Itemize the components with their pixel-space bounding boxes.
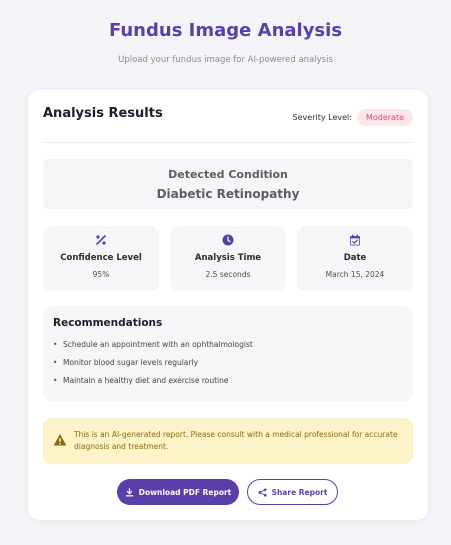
detected-condition-label: Detected Condition — [168, 168, 288, 181]
stat-analysis-time: Analysis Time 2.5 seconds — [170, 226, 286, 291]
disclaimer-text: This is an AI-generated report. Please c… — [74, 430, 398, 451]
list-item: • Monitor blood sugar levels regularly — [53, 358, 199, 367]
severity-badge: Moderate — [356, 109, 413, 126]
stat-value: March 15, 2024 — [325, 270, 385, 279]
share-report-label: Share Report — [271, 487, 328, 497]
stat-label: Analysis Time — [194, 253, 262, 263]
divider — [43, 142, 413, 143]
calendar-icon — [350, 234, 360, 246]
warning-icon — [53, 434, 67, 446]
stat-value: 95% — [92, 270, 110, 279]
stat-date: Date March 15, 2024 — [297, 226, 413, 291]
severity-indicator: Severity Level: Moderate — [293, 109, 413, 126]
stat-confidence: Confidence Level 95% — [43, 226, 159, 291]
page-subtitle: Upload your fundus image for AI-powered … — [118, 55, 333, 65]
clock-icon — [222, 234, 234, 246]
recommendations-list: • Schedule an appointment with an ophthal… — [53, 339, 253, 393]
stat-label: Date — [343, 253, 367, 263]
disclaimer-banner: This is an AI-generated report. Please c… — [43, 418, 413, 464]
severity-label: Severity Level: — [292, 113, 352, 122]
recommendations-box: Recommendations • Schedule an appointment… — [43, 306, 413, 401]
download-pdf-label: Download PDF Report — [138, 487, 232, 497]
detected-condition-value: Diabetic Retinopathy — [156, 187, 300, 201]
download-icon — [125, 487, 133, 496]
stat-value: 2.5 seconds — [205, 270, 251, 279]
recommendations-title: Recommendations — [53, 317, 163, 329]
results-title: Analysis Results — [43, 106, 163, 121]
analysis-results-card: Analysis Results Severity Level: Moderat… — [28, 90, 428, 520]
action-buttons: Download PDF Report Share Report — [28, 479, 428, 505]
list-item: • Schedule an appointment with an ophthal… — [53, 340, 253, 349]
share-report-button[interactable]: Share Report — [247, 479, 338, 505]
detected-condition-box: Detected Condition Diabetic Retinopathy — [43, 158, 413, 210]
stat-label: Confidence Level — [60, 253, 142, 263]
share-icon — [258, 487, 267, 497]
recommendation-text: Schedule an appointment with an ophthalm… — [63, 340, 253, 349]
page-title: Fundus Image Analysis — [108, 20, 343, 41]
download-pdf-button[interactable]: Download PDF Report — [117, 479, 239, 505]
percent-icon — [96, 235, 106, 245]
recommendation-text: Maintain a healthy diet and exercise rou… — [63, 376, 229, 385]
recommendation-text: Monitor blood sugar levels regularly — [63, 358, 199, 367]
stats-row: Confidence Level 95% Analysis Time 2.5 s… — [43, 226, 413, 291]
list-item: • Maintain a healthy diet and exercise ro… — [53, 376, 229, 385]
